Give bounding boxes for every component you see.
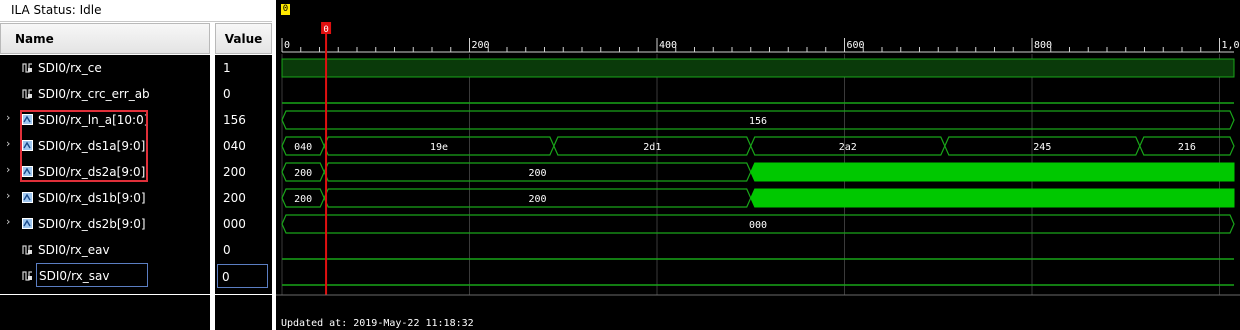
signal-value-cell[interactable]: 1 bbox=[221, 55, 267, 79]
waveform-canvas[interactable]: 0 200 400 600 800 1,00 156 040 19e 2d1 2a2 245 216 20… bbox=[276, 0, 1240, 330]
ruler-tick-label: 1,00 bbox=[1222, 40, 1240, 51]
wire-signal-icon bbox=[22, 63, 32, 73]
ruler-tick-label: 800 bbox=[1034, 40, 1052, 51]
signal-value: 040 bbox=[223, 139, 246, 153]
signal-value: 0 bbox=[222, 270, 230, 284]
signal-value: 200 bbox=[223, 165, 246, 179]
signal-value-cell[interactable]: 156 bbox=[221, 107, 267, 131]
signal-value: 000 bbox=[223, 217, 246, 231]
signal-row[interactable]: SDI0/rx_crc_err_ab bbox=[0, 81, 210, 107]
signal-row[interactable]: SDI0/rx_ce bbox=[0, 55, 210, 81]
signal-value-cell[interactable]: 200 bbox=[221, 159, 267, 183]
signal-name: SDI0/rx_crc_err_ab bbox=[38, 87, 150, 101]
signal-name: SDI0/rx_eav bbox=[38, 243, 110, 257]
ila-status-bar: ILA Status: Idle bbox=[0, 0, 272, 22]
signal-row[interactable]: › SDI0/rx_ds2b[9:0] bbox=[0, 211, 210, 237]
ila-status-text: ILA Status: Idle bbox=[11, 3, 102, 17]
panel-divider bbox=[0, 294, 272, 295]
signal-value: 200 bbox=[223, 191, 246, 205]
bus-segment-value: 200 bbox=[294, 168, 312, 179]
expand-chevron-icon[interactable]: › bbox=[6, 215, 10, 228]
bus-segment-value: 200 bbox=[294, 194, 312, 205]
column-header-value[interactable]: Value bbox=[215, 23, 272, 54]
signal-value: 156 bbox=[223, 113, 246, 127]
signal-value: 1 bbox=[223, 61, 231, 75]
signal-value: 0 bbox=[223, 243, 231, 257]
signal-name: SDI0/rx_ds1b[9:0] bbox=[38, 191, 146, 205]
signal-row[interactable]: SDI0/rx_eav bbox=[0, 237, 210, 263]
signal-name: SDI0/rx_ce bbox=[38, 61, 102, 75]
signal-value-cell[interactable]: 000 bbox=[221, 211, 267, 235]
wave-rx_ce-high bbox=[281, 58, 1235, 78]
expand-chevron-icon[interactable]: › bbox=[6, 111, 10, 124]
bus-segment-value: 040 bbox=[294, 142, 312, 153]
ruler-tick-label: 400 bbox=[659, 40, 677, 51]
bus-signal-icon bbox=[22, 192, 33, 203]
expand-chevron-icon[interactable]: › bbox=[6, 137, 10, 150]
ruler-tick-label: 600 bbox=[847, 40, 865, 51]
highlight-annotation bbox=[20, 110, 148, 182]
signal-value-cell[interactable]: 040 bbox=[221, 133, 267, 157]
bus-signal-icon bbox=[22, 218, 33, 229]
column-header-name[interactable]: Name bbox=[0, 23, 210, 54]
signal-name: SDI0/rx_ds2b[9:0] bbox=[38, 217, 146, 231]
signal-value-cell[interactable]: 0 bbox=[221, 237, 267, 261]
bus-segment-value: 156 bbox=[749, 116, 767, 127]
signal-value-cell[interactable]: 0 bbox=[217, 264, 268, 288]
wire-signal-icon bbox=[22, 245, 32, 255]
wire-signal-icon bbox=[22, 271, 32, 281]
bus-segment-value: 19e bbox=[430, 142, 448, 153]
expand-chevron-icon[interactable]: › bbox=[6, 163, 10, 176]
signal-value-cell[interactable]: 200 bbox=[221, 185, 267, 209]
bus-solid-region bbox=[750, 162, 1235, 182]
cursor-label: 0 bbox=[323, 25, 328, 35]
signal-value-cell[interactable]: 0 bbox=[221, 81, 267, 105]
bus-solid-region bbox=[750, 188, 1235, 208]
bus-segment-value: 245 bbox=[1033, 142, 1051, 153]
signal-name: SDI0/rx_sav bbox=[36, 263, 148, 287]
start-marker[interactable]: 0 bbox=[281, 4, 290, 15]
waveform-panel: 0 200 400 600 800 1,00 156 040 19e 2d1 2a2 245 216 20… bbox=[276, 0, 1240, 330]
signal-row[interactable]: › SDI0/rx_ds1b[9:0] bbox=[0, 185, 210, 211]
wire-signal-icon bbox=[22, 89, 32, 99]
bus-segment-value: 000 bbox=[749, 220, 767, 231]
updated-timestamp: Updated at: 2019-May-22 11:18:32 bbox=[281, 318, 474, 329]
bus-segment-value: 200 bbox=[528, 168, 546, 179]
ruler-tick-label: 200 bbox=[472, 40, 490, 51]
signal-value: 0 bbox=[223, 87, 231, 101]
bus-segment-value: 2d1 bbox=[643, 142, 661, 153]
bus-segment-value: 200 bbox=[528, 194, 546, 205]
signal-row[interactable]: SDI0/rx_sav bbox=[0, 263, 210, 289]
expand-chevron-icon[interactable]: › bbox=[6, 189, 10, 202]
bus-segment-value: 216 bbox=[1178, 142, 1196, 153]
bus-segment-value: 2a2 bbox=[839, 142, 857, 153]
ruler-tick-label: 0 bbox=[284, 40, 290, 51]
